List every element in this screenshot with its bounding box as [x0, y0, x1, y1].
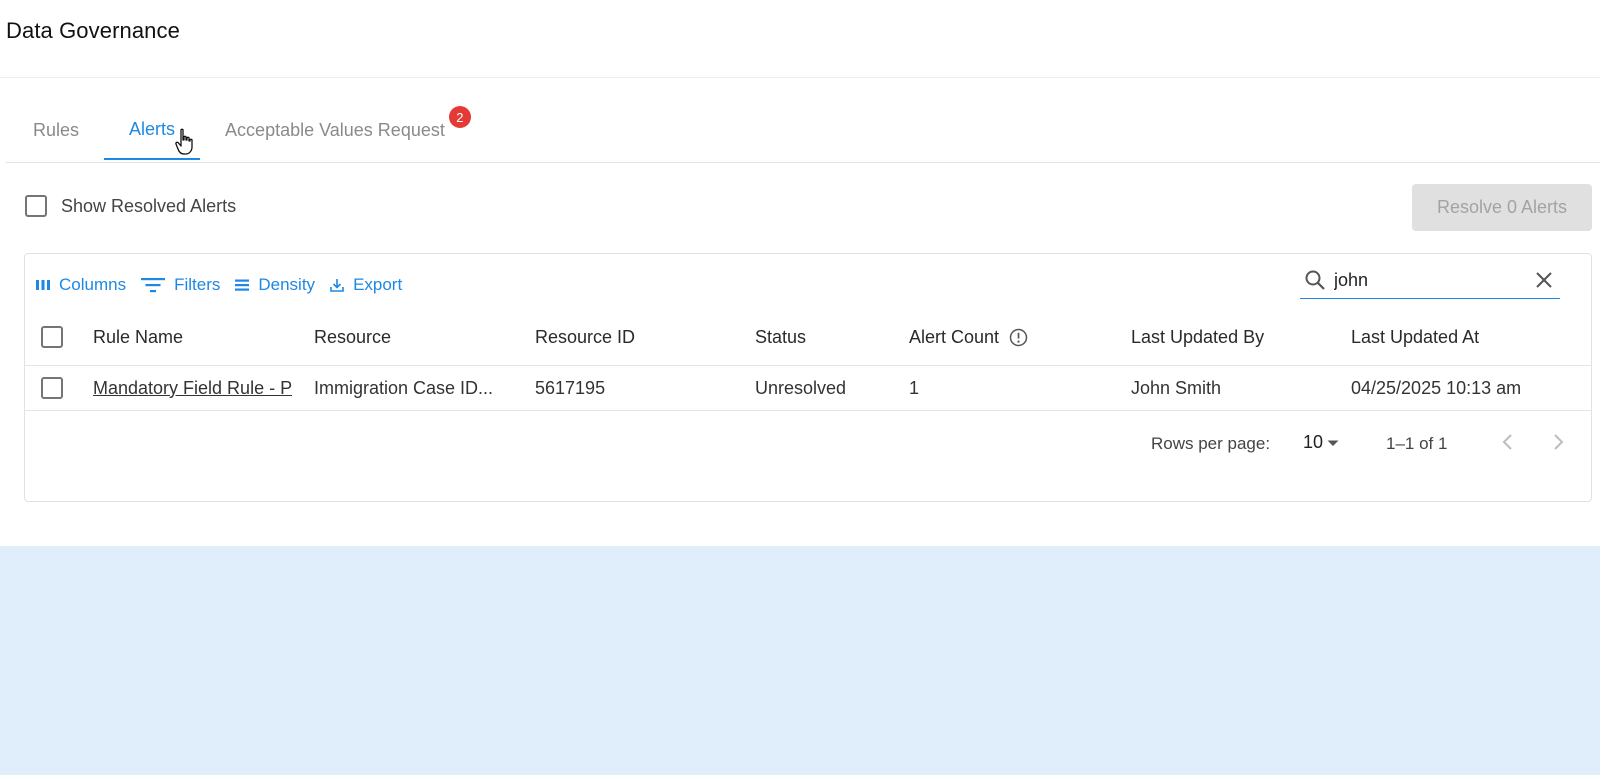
search-input[interactable] — [1334, 269, 1539, 291]
page-title: Data Governance — [6, 18, 180, 43]
app-root: Data Governance Rules Alerts Acceptable … — [0, 0, 1600, 775]
density-icon — [235, 279, 250, 291]
tab-bar: Rules Alerts Acceptable Values Request 2 — [8, 100, 479, 162]
row-checkbox[interactable] — [41, 377, 63, 399]
show-resolved-label: Show Resolved Alerts — [61, 195, 237, 216]
alert-count-header-label: Alert Count — [909, 326, 1000, 347]
cell-alert-count: 1 — [909, 377, 920, 398]
chevron-right-icon[interactable] — [1548, 430, 1568, 454]
cell-status: Unresolved — [755, 377, 847, 398]
info-icon[interactable] — [1009, 328, 1028, 347]
grid-toolbar: Columns Filters Density Export — [35, 270, 416, 300]
select-all-checkbox[interactable] — [41, 326, 63, 348]
column-header-rule-name[interactable]: Rule Name — [93, 309, 303, 365]
alerts-data-grid: Columns Filters Density Export john Rule… — [24, 253, 1592, 502]
tab-acceptable-values-request[interactable]: Acceptable Values Request 2 — [200, 100, 479, 160]
row-select-cell — [41, 366, 63, 410]
pagination-bar: Rows per page: 10 1–1 of 1 — [25, 424, 1591, 464]
show-resolved-checkbox[interactable] — [25, 195, 47, 217]
hand-cursor-icon — [175, 128, 193, 155]
table-header-row: Rule Name Resource Resource ID Status Al… — [25, 309, 1591, 366]
export-label: Export — [353, 275, 403, 294]
caret-down-icon — [1327, 440, 1339, 446]
cell-resource: Immigration Case ID... — [314, 366, 519, 410]
column-header-last-updated-at[interactable]: Last Updated At — [1351, 309, 1591, 365]
show-resolved-row: Show Resolved Alerts — [25, 195, 236, 217]
filters-button[interactable]: Filters — [140, 275, 220, 295]
tabs-divider — [6, 162, 1600, 163]
tab-rules[interactable]: Rules — [8, 100, 104, 160]
density-button[interactable]: Density — [234, 275, 315, 295]
column-header-status[interactable]: Status — [755, 309, 895, 365]
download-icon — [330, 279, 344, 292]
column-header-resource[interactable]: Resource — [314, 309, 519, 365]
rows-per-page-select[interactable]: 10 — [1303, 432, 1340, 453]
cell-last-updated-at: 04/25/2025 10:13 am — [1351, 377, 1522, 398]
resolve-alerts-button[interactable]: Resolve 0 Alerts — [1412, 184, 1592, 231]
tab-alerts-label: Alerts — [129, 118, 176, 139]
rule-name-link[interactable]: Mandatory Field Rule - P — [93, 378, 292, 399]
search-icon — [1305, 270, 1325, 290]
cell-resource-id: 5617195 — [535, 377, 606, 398]
export-button[interactable]: Export — [329, 275, 402, 295]
quick-search — [1300, 262, 1560, 299]
density-label: Density — [258, 275, 316, 294]
columns-icon — [36, 280, 50, 290]
footer-background — [0, 546, 1600, 775]
resource-value: Immigration Case ID... — [314, 377, 494, 398]
filter-icon — [141, 278, 166, 293]
page-range-label: 1–1 of 1 — [1386, 434, 1448, 453]
chevron-left-icon[interactable] — [1498, 430, 1518, 454]
filters-label: Filters — [174, 275, 221, 294]
columns-button[interactable]: Columns — [35, 275, 126, 295]
tab-rules-label: Rules — [33, 119, 80, 140]
rows-per-page-label: Rows per page: — [1151, 434, 1271, 453]
cell-rule-name: Mandatory Field Rule - P — [93, 366, 303, 410]
column-header-resource-id[interactable]: Resource ID — [535, 309, 735, 365]
table-row[interactable]: Mandatory Field Rule - P Immigration Cas… — [25, 366, 1591, 411]
column-header-alert-count[interactable]: Alert Count — [909, 309, 1109, 365]
tab-acceptable-values-label: Acceptable Values Request — [225, 119, 445, 140]
column-header-last-updated-by[interactable]: Last Updated By — [1131, 309, 1331, 365]
select-all-cell — [41, 309, 63, 365]
columns-label: Columns — [59, 275, 127, 294]
rows-per-page-value: 10 — [1303, 432, 1324, 452]
notification-badge: 2 — [448, 106, 471, 128]
close-icon[interactable] — [1534, 270, 1554, 290]
header-divider — [0, 77, 1600, 78]
cell-last-updated-by: John Smith — [1131, 377, 1222, 398]
